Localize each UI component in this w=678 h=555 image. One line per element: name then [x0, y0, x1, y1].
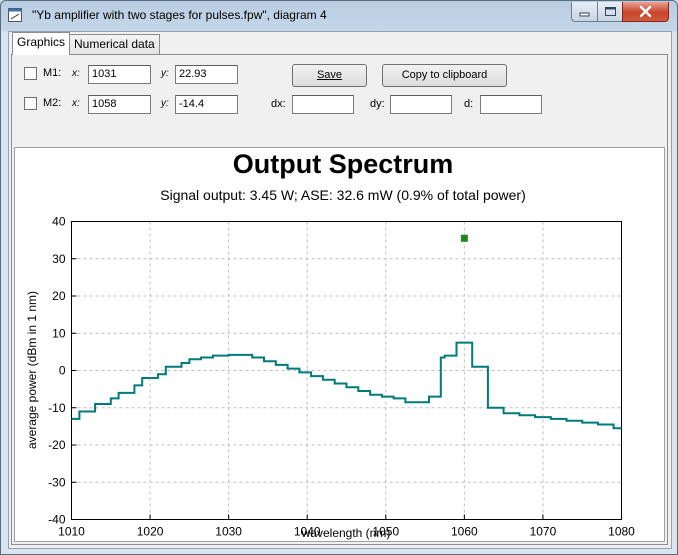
- signal-marker-point: [460, 234, 468, 242]
- m2-checkbox[interactable]: [24, 97, 37, 110]
- maximize-button[interactable]: [597, 2, 624, 22]
- plot-area[interactable]: Output Spectrum Signal output: 3.45 W; A…: [14, 147, 665, 542]
- x-tick-label: 1060: [451, 525, 478, 539]
- y-tick-label: 40: [52, 215, 66, 229]
- tab-graphics[interactable]: Graphics: [12, 32, 71, 55]
- m2-x-label: x:: [72, 98, 80, 109]
- dy-field[interactable]: [390, 95, 452, 114]
- chart-subtitle: Signal output: 3.45 W; ASE: 32.6 mW (0.9…: [160, 187, 525, 203]
- m2-y-field[interactable]: -14.4: [175, 95, 238, 114]
- close-button[interactable]: [622, 2, 669, 22]
- minimize-button[interactable]: [571, 2, 599, 22]
- dx-label: dx:: [271, 98, 286, 110]
- y-tick-label: -40: [48, 513, 66, 527]
- y-tick-label: 20: [52, 289, 66, 303]
- spectrum-series-line: [71, 341, 622, 430]
- m1-x-field[interactable]: 1031: [88, 65, 151, 84]
- x-tick-label: 1070: [530, 525, 557, 539]
- x-tick-label: 1080: [608, 525, 635, 539]
- plot-frame: [71, 221, 622, 520]
- client-area: Graphics Numerical data M1: x: 1031 y: 2…: [8, 31, 672, 549]
- dx-field[interactable]: [292, 95, 354, 114]
- save-button-label: Save: [316, 69, 343, 81]
- m1-y-field[interactable]: 22.93: [175, 65, 238, 84]
- m2-label: M2:: [43, 97, 62, 109]
- maximize-icon: [605, 7, 616, 16]
- graphics-panel: M1: x: 1031 y: 22.93 Save Copy to clipbo…: [11, 54, 668, 545]
- y-tick-label: -20: [48, 438, 66, 452]
- m1-y-label: y:: [161, 68, 169, 79]
- m1-label: M1:: [43, 67, 62, 79]
- app-icon: [8, 8, 22, 22]
- y-tick-label: -10: [48, 401, 66, 415]
- d-label: d:: [464, 98, 474, 110]
- x-tick-label: 1010: [58, 525, 85, 539]
- save-button[interactable]: Save: [292, 64, 367, 87]
- y-tick-label: -30: [48, 475, 66, 489]
- chart-title: Output Spectrum: [233, 149, 454, 179]
- x-axis-label: wavelength (nm): [301, 526, 391, 540]
- close-icon: [639, 5, 652, 18]
- y-tick-label: 10: [52, 326, 66, 340]
- app-window: "Yb amplifier with two stages for pulses…: [0, 0, 678, 555]
- m1-x-label: x:: [72, 68, 80, 79]
- dy-label: dy:: [370, 98, 385, 110]
- m2-y-label: y:: [161, 98, 169, 109]
- tab-numerical-data[interactable]: Numerical data: [69, 34, 160, 54]
- m2-x-field[interactable]: 1058: [88, 95, 151, 114]
- title-bar[interactable]: "Yb amplifier with two stages for pulses…: [1, 1, 677, 30]
- m1-checkbox[interactable]: [24, 67, 37, 80]
- d-field[interactable]: [480, 95, 542, 114]
- y-tick-label: 0: [59, 364, 66, 378]
- minimize-icon: [579, 12, 590, 17]
- output-spectrum-chart[interactable]: Output Spectrum Signal output: 3.45 W; A…: [15, 148, 664, 541]
- y-tick-label: 30: [52, 252, 66, 266]
- copy-to-clipboard-button[interactable]: Copy to clipboard: [382, 64, 507, 87]
- window-title: "Yb amplifier with two stages for pulses…: [32, 8, 327, 22]
- x-tick-label: 1030: [215, 525, 242, 539]
- x-tick-label: 1020: [137, 525, 164, 539]
- y-axis-label: average power (dBm in 1 nm): [25, 291, 39, 449]
